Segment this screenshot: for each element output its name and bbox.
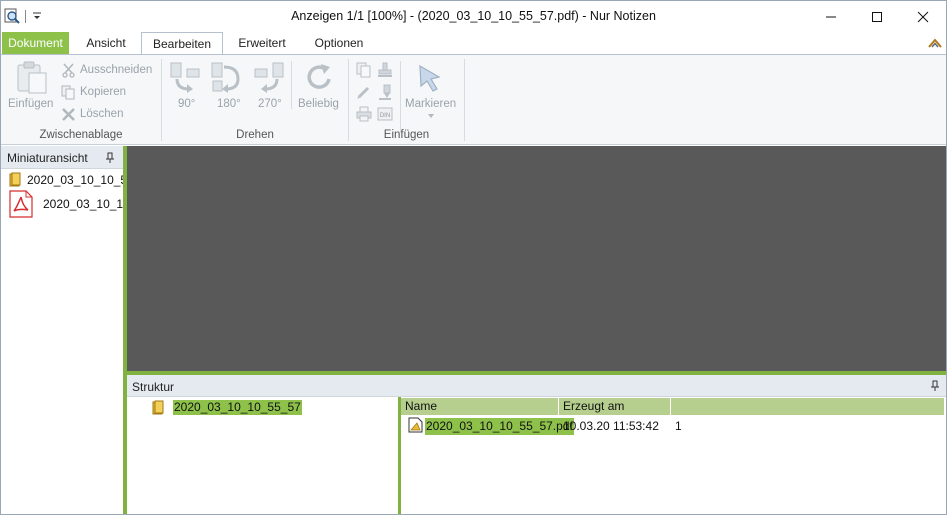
thumbnail-panel: Miniaturansicht 2020_03_10_10_55_57 2020… (1, 146, 123, 514)
paste-button[interactable]: Einfügen (8, 98, 53, 110)
maximize-button[interactable] (854, 1, 900, 32)
structure-panel-header: Struktur (127, 375, 946, 397)
thumbnail-file-item[interactable]: 2020_03_10_10_55_57.pdf (1, 189, 123, 219)
rotate-group: 90° 180° 270° Beliebig Drehen (162, 55, 348, 145)
paste-icon (17, 61, 47, 94)
group-separator (464, 59, 465, 141)
tab-erweitert[interactable]: Erweitert (229, 32, 295, 55)
pdf-document-icon (408, 417, 423, 433)
copy-icon (61, 85, 75, 100)
minimize-icon (826, 16, 836, 17)
ribbon-tabs: Dokument Ansicht Bearbeiten Erweitert Op… (1, 32, 946, 56)
pin-icon[interactable] (930, 380, 940, 392)
mark-cursor-icon (419, 64, 441, 92)
rotate-inner-separator (291, 61, 292, 109)
thumbnail-panel-header: Miniaturansicht (1, 146, 123, 169)
rotate-group-label: Drehen (236, 129, 274, 141)
cut-icon (62, 63, 75, 78)
rotate-custom-icon (307, 64, 331, 89)
ribbon: Einfügen Ausschneiden Kopieren Löschen Z… (1, 54, 946, 145)
thumbnail-folder-item[interactable]: 2020_03_10_10_55_57 (1, 169, 123, 191)
pdf-file-icon (9, 190, 33, 218)
structure-panel-title: Struktur (132, 380, 175, 394)
title-bar: Anzeigen 1/1 [100%] - (2020_03_10_10_55_… (1, 1, 946, 32)
folder-icon (9, 172, 21, 187)
rotate-90-icon (170, 62, 200, 93)
mark-dropdown-icon[interactable] (428, 114, 434, 118)
rotate-180-button[interactable]: 180° (217, 98, 241, 110)
pen-icon[interactable] (356, 84, 372, 100)
copy-button[interactable]: Kopieren (80, 86, 126, 98)
rotate-270-icon (254, 62, 284, 93)
folder-icon (152, 400, 164, 415)
rotate-custom-button[interactable]: Beliebig (298, 98, 339, 110)
clipboard-group: Einfügen Ausschneiden Kopieren Löschen Z… (1, 55, 161, 145)
din-format-icon[interactable]: DIN (377, 106, 393, 122)
insert-group-label: Einfügen (383, 129, 430, 141)
tab-dokument[interactable]: Dokument (2, 32, 69, 55)
file-row-created: 10.03.20 11:53:42 (563, 419, 659, 433)
stamp-icon[interactable] (377, 62, 393, 78)
thumbnail-panel-title: Miniaturansicht (7, 151, 88, 165)
column-header-created[interactable]: Erzeugt am (559, 398, 671, 415)
app-window: Anzeigen 1/1 [100%] - (2020_03_10_10_55_… (0, 0, 947, 515)
document-viewer[interactable] (127, 146, 946, 371)
column-header-name[interactable]: Name (401, 398, 559, 415)
mark-button[interactable]: Markieren (405, 98, 456, 110)
window-title: Anzeigen 1/1 [100%] - (2020_03_10_10_55_… (291, 9, 656, 23)
rotate-90-button[interactable]: 90° (178, 98, 195, 110)
minimize-button[interactable] (808, 1, 854, 32)
maximize-icon (872, 11, 882, 22)
structure-tree-item[interactable]: 2020_03_10_10_55_57 (173, 400, 302, 415)
close-button[interactable] (900, 1, 946, 32)
cut-button[interactable]: Ausschneiden (80, 64, 152, 76)
printer-icon[interactable] (356, 106, 372, 122)
highlighter-icon[interactable] (377, 84, 393, 100)
clipboard-group-label: Zwischenablage (39, 129, 123, 141)
close-icon (917, 11, 929, 22)
structure-file-grid: Name Erzeugt am 2020_03_10_10_55_57.pdf … (401, 397, 946, 514)
delete-icon (62, 108, 75, 121)
structure-panel: Struktur 2020_03_10_10_55_57 Name Erzeug… (127, 375, 946, 514)
pin-icon[interactable] (105, 152, 115, 164)
insert-inner-separator (400, 61, 401, 131)
thumbnail-folder-label: 2020_03_10_10_55_57 (27, 173, 123, 187)
file-row-name[interactable]: 2020_03_10_10_55_57.pdf (425, 418, 574, 435)
insert-group: DIN Markieren Einfügen (349, 55, 464, 145)
file-row-extra: 1 (675, 419, 682, 433)
svg-text:DIN: DIN (380, 113, 390, 119)
tab-optionen[interactable]: Optionen (304, 32, 374, 55)
thumbnail-file-label: 2020_03_10_10_55_57.pdf (43, 197, 123, 211)
tab-bearbeiten[interactable]: Bearbeiten (141, 32, 223, 56)
delete-button[interactable]: Löschen (80, 108, 123, 120)
column-header-empty (671, 398, 944, 415)
rotate-180-icon (211, 62, 240, 93)
insert-pages-icon[interactable] (356, 62, 372, 78)
rotate-270-button[interactable]: 270° (258, 98, 282, 110)
ribbon-collapse-icon[interactable] (928, 37, 942, 49)
tab-ansicht[interactable]: Ansicht (77, 32, 135, 55)
